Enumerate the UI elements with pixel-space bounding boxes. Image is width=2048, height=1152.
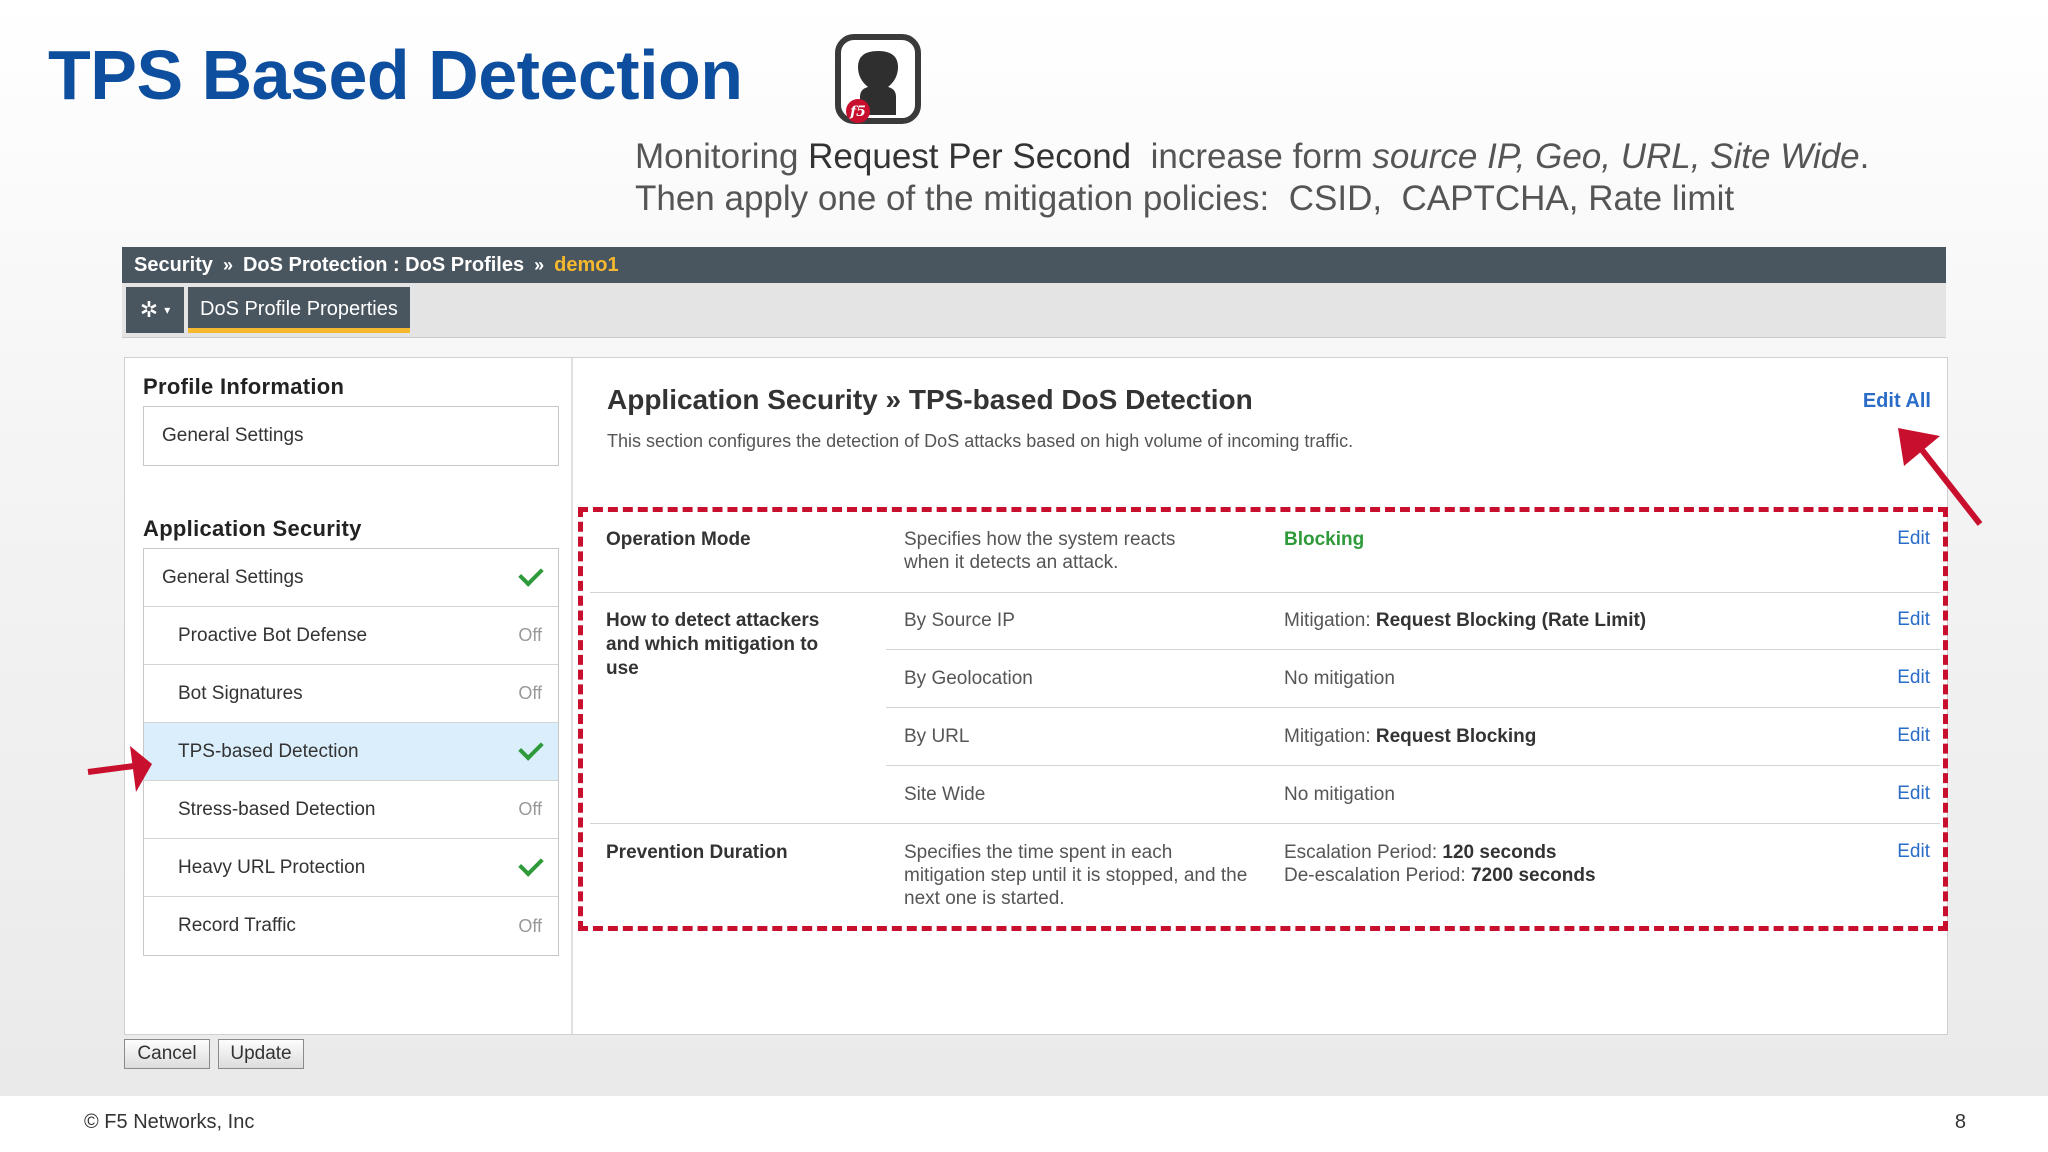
sidebar-item-label: Bot Signatures <box>178 682 303 704</box>
highlight-box <box>578 507 1948 931</box>
page-number: 8 <box>1954 1111 1966 1133</box>
section-title: Application Security » TPS-based DoS Det… <box>607 384 1253 415</box>
application-security-heading: Application Security <box>143 516 362 541</box>
section-description: This section configures the detection of… <box>607 431 1354 451</box>
sidebar-item-stress-based-detection[interactable]: Stress-based Detection Off <box>144 781 558 839</box>
subtitle-line-2: Then apply one of the mitigation policie… <box>635 179 1735 218</box>
sidebar-item-proactive-bot-defense[interactable]: Proactive Bot Defense Off <box>144 607 558 665</box>
breadcrumb: Security » DoS Protection : DoS Profiles… <box>122 247 1946 283</box>
pointer-arrow-icon <box>1898 428 1983 526</box>
slide-title: TPS Based Detection <box>48 36 743 114</box>
sidebar-item-label: General Settings <box>162 425 304 446</box>
pointer-arrow-icon <box>87 746 152 792</box>
breadcrumb-security[interactable]: Security <box>134 254 213 277</box>
sidebar-item-bot-signatures[interactable]: Bot Signatures Off <box>144 665 558 723</box>
checkmark-icon <box>518 735 544 761</box>
breadcrumb-current: demo1 <box>554 253 619 276</box>
breadcrumb-separator: » <box>222 254 233 275</box>
sidebar-item-tps-based-detection[interactable]: TPS-based Detection <box>144 723 558 781</box>
sidebar-item-label: Heavy URL Protection <box>178 856 366 878</box>
sidebar-item-label: Proactive Bot Defense <box>178 624 368 646</box>
sidebar-item-general-settings[interactable]: General Settings <box>144 549 558 607</box>
sidebar-item-label: TPS-based Detection <box>178 740 359 762</box>
subtitle-line-1: Monitoring Request Per Second increase f… <box>635 137 1870 176</box>
slide-footer <box>0 1096 2048 1152</box>
cancel-button[interactable]: Cancel <box>124 1039 210 1069</box>
gear-icon: ✲ <box>139 297 159 322</box>
status-off: Off <box>518 683 542 703</box>
chevron-down-icon: ▾ <box>164 303 171 317</box>
status-off: Off <box>518 915 542 936</box>
sidebar-item-record-traffic[interactable]: Record Traffic Off <box>144 897 558 955</box>
checkmark-icon <box>518 851 544 877</box>
sidebar-item-heavy-url-protection[interactable]: Heavy URL Protection <box>144 839 558 897</box>
update-button[interactable]: Update <box>218 1039 304 1069</box>
sidebar-item-label: Record Traffic <box>178 915 296 936</box>
gear-menu-button[interactable]: ✲ ▾ <box>126 287 184 333</box>
status-off: Off <box>518 799 542 819</box>
tab-row: ✲ ▾ DoS Profile Properties <box>122 283 1946 338</box>
edit-all-link[interactable]: Edit All <box>1863 390 1931 413</box>
breadcrumb-dos-profiles[interactable]: DoS Protection : DoS Profiles <box>243 254 524 277</box>
logo-text: f5 <box>849 104 866 120</box>
checkmark-icon <box>518 561 544 587</box>
copyright: © F5 Networks, Inc <box>84 1111 255 1133</box>
sidebar-item-label: General Settings <box>162 566 304 588</box>
sidebar-item-profile-general-settings[interactable]: General Settings <box>144 407 558 465</box>
profile-information-list: General Settings <box>143 406 559 466</box>
application-security-list: General Settings Proactive Bot Defense Of… <box>143 548 559 956</box>
profile-information-heading: Profile Information <box>143 374 345 399</box>
status-off: Off <box>518 625 542 645</box>
f5-user-logo-icon: f5 <box>835 34 921 124</box>
slide-subtitle: Monitoring Request Per Second increase f… <box>635 136 1869 220</box>
sidebar: Profile Information General Settings App… <box>125 358 573 1034</box>
sidebar-item-label: Stress-based Detection <box>178 798 376 820</box>
tab-dos-profile-properties[interactable]: DoS Profile Properties <box>188 287 410 333</box>
breadcrumb-separator: » <box>534 254 545 275</box>
